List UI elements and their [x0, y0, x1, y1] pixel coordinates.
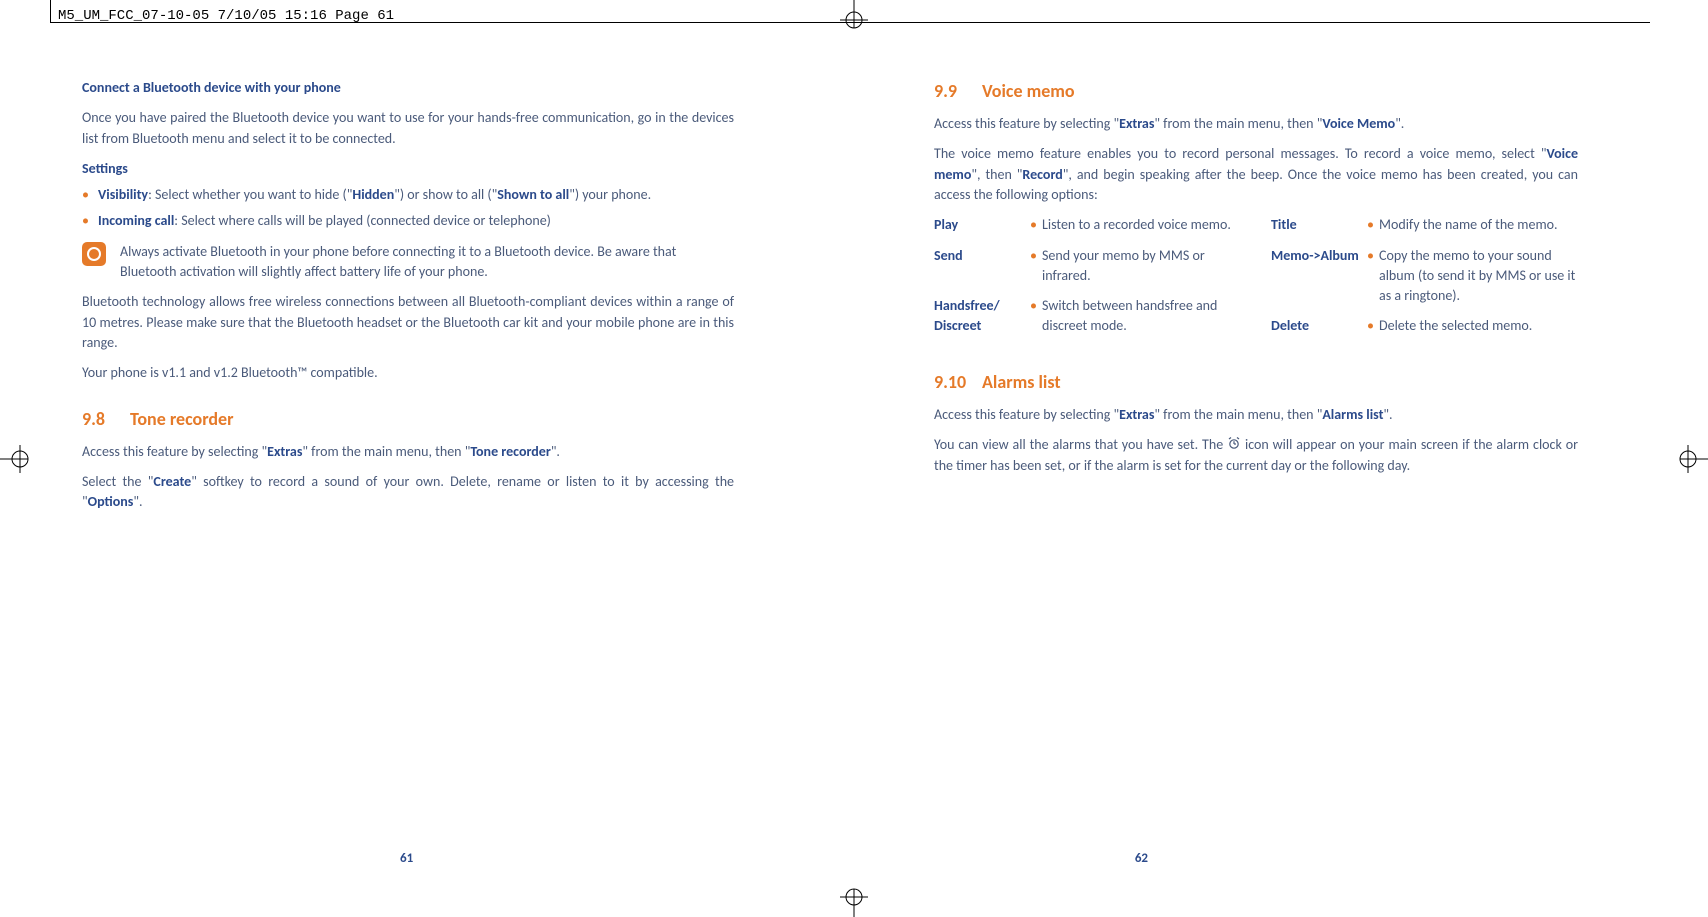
page-number-right: 62 — [1135, 850, 1148, 869]
option-row: Play•Listen to a recorded voice memo. — [934, 215, 1241, 235]
bullet-icon: • — [1367, 215, 1379, 235]
para-tr-select: Select the "Create" softkey to record a … — [82, 472, 734, 513]
para-vm-access: Access this feature by selecting "Extras… — [934, 114, 1578, 134]
option-desc: •Modify the name of the memo. — [1367, 215, 1578, 235]
section-9-9: 9.9 Voice memo — [934, 78, 1578, 104]
tip-icon — [82, 242, 106, 266]
option-label: Send — [934, 246, 1030, 287]
section-number: 9.9 — [934, 78, 982, 104]
heading-connect: Connect a Bluetooth device with your pho… — [82, 78, 734, 98]
crop-mark-bottom — [834, 877, 874, 917]
bullet-text: Visibility: Select whether you want to h… — [98, 185, 651, 205]
para-al-access: Access this feature by selecting "Extras… — [934, 405, 1578, 425]
section-title: Tone recorder — [130, 406, 234, 432]
bullet-icon: • — [82, 211, 98, 231]
page-number-left: 61 — [400, 850, 413, 869]
bullet-icon: • — [1030, 215, 1042, 235]
para-bt-range: Bluetooth technology allows free wireles… — [82, 292, 734, 353]
heading-settings: Settings — [82, 159, 734, 179]
para-tr-access: Access this feature by selecting "Extras… — [82, 442, 734, 462]
options-table: Play•Listen to a recorded voice memo.Sen… — [934, 215, 1578, 346]
tip-bluetooth: Always activate Bluetooth in your phone … — [82, 242, 734, 283]
tip-text: Always activate Bluetooth in your phone … — [120, 242, 734, 283]
para-al-body: You can view all the alarms that you hav… — [934, 435, 1578, 476]
bullet-icon: • — [1367, 246, 1379, 307]
section-9-8: 9.8 Tone recorder — [82, 406, 734, 432]
page-62: 9.9 Voice memo Access this feature by se… — [854, 78, 1708, 523]
para-bt-version: Your phone is v1.1 and v1.2 Bluetooth™ c… — [82, 363, 734, 383]
option-label: Title — [1271, 215, 1367, 235]
bullet-icon: • — [1030, 246, 1042, 287]
option-label: Delete — [1271, 316, 1367, 336]
section-title: Alarms list — [982, 369, 1061, 395]
bullet-icon: • — [82, 185, 98, 205]
option-row: Memo->Album•Copy the memo to your sound … — [1271, 246, 1578, 307]
option-desc: •Send your memo by MMS or infrared. — [1030, 246, 1241, 287]
option-desc: •Switch between handsfree and discreet m… — [1030, 296, 1241, 337]
section-9-10: 9.10 Alarms list — [934, 369, 1578, 395]
option-row: Title•Modify the name of the memo. — [1271, 215, 1578, 235]
section-title: Voice memo — [982, 78, 1075, 104]
option-row: Send•Send your memo by MMS or infrared. — [934, 246, 1241, 287]
option-row: Handsfree/ Discreet•Switch between hands… — [934, 296, 1241, 337]
option-label: Memo->Album — [1271, 246, 1367, 307]
bullet-icon: • — [1030, 296, 1042, 337]
section-number: 9.8 — [82, 406, 130, 432]
bullet-visibility: • Visibility: Select whether you want to… — [82, 185, 734, 205]
para-connect: Once you have paired the Bluetooth devic… — [82, 108, 734, 149]
bullet-text: Incoming call: Select where calls will b… — [98, 211, 551, 231]
option-desc: •Copy the memo to your sound album (to s… — [1367, 246, 1578, 307]
option-label: Handsfree/ Discreet — [934, 296, 1030, 337]
alarm-clock-icon — [1227, 436, 1241, 456]
option-desc: •Listen to a recorded voice memo. — [1030, 215, 1241, 235]
para-vm-intro: The voice memo feature enables you to re… — [934, 144, 1578, 205]
page-61: Connect a Bluetooth device with your pho… — [0, 78, 854, 523]
option-desc: •Delete the selected memo. — [1367, 316, 1578, 336]
bullet-incoming-call: • Incoming call: Select where calls will… — [82, 211, 734, 231]
section-number: 9.10 — [934, 369, 982, 395]
option-label: Play — [934, 215, 1030, 235]
crop-mark-top — [834, 0, 874, 40]
bullet-icon: • — [1367, 316, 1379, 336]
option-row: Delete•Delete the selected memo. — [1271, 316, 1578, 336]
